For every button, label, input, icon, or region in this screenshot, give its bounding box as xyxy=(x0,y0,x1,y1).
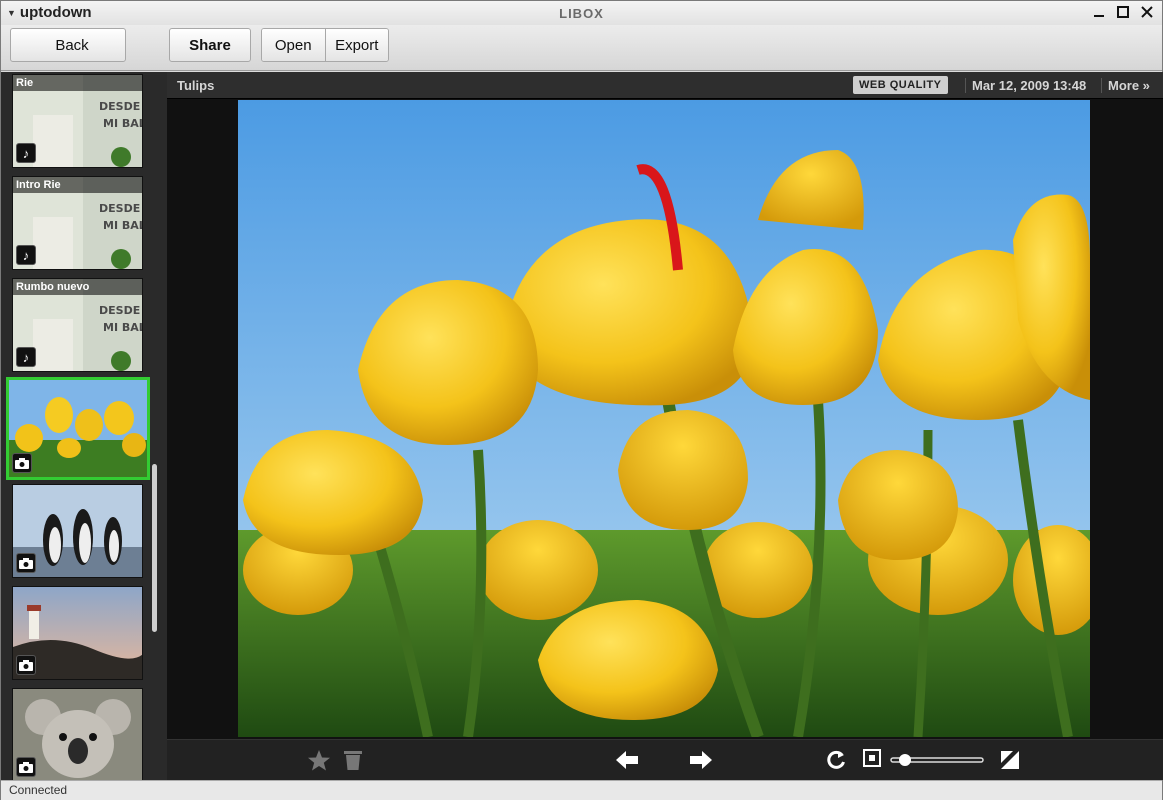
fullscreen-icon[interactable] xyxy=(999,749,1021,771)
svg-text:DESDE: DESDE xyxy=(99,202,140,215)
sidebar-item-penguins[interactable] xyxy=(12,484,143,578)
title-bar: ▼ uptodown LIBOX xyxy=(1,1,1162,25)
sidebar-item-rumbo-nuevo[interactable]: DESDE MI BALC Rumbo nuevo ♪ xyxy=(12,278,143,372)
sidebar-item-intro-rie[interactable]: DESDE MI BALC Intro Rie ♪ xyxy=(12,176,143,270)
window-title: LIBOX xyxy=(559,6,604,21)
minimize-icon[interactable] xyxy=(1092,3,1106,21)
more-link[interactable]: More » xyxy=(1101,78,1150,93)
photo-info-bar: Tulips WEB QUALITY Mar 12, 2009 13:48 Mo… xyxy=(167,72,1163,99)
arrow-right-icon[interactable] xyxy=(689,749,713,771)
sidebar-item-rie[interactable]: DESDE MI BALC Rie ♪ xyxy=(12,74,143,168)
toolbar: Back Share Open Export xyxy=(1,25,1162,71)
photo-title: Tulips xyxy=(177,78,215,93)
sidebar-item-lighthouse[interactable] xyxy=(12,586,143,680)
sidebar-item-label: Rumbo nuevo xyxy=(13,279,142,295)
fit-icon[interactable] xyxy=(863,749,881,767)
rotate-icon[interactable] xyxy=(825,749,847,771)
music-note-icon: ♪ xyxy=(16,245,36,265)
sidebar-scrollbar[interactable] xyxy=(151,72,159,780)
svg-text:DESDE: DESDE xyxy=(99,100,140,113)
app-window: ▼ uptodown LIBOX Back Share Open Export xyxy=(0,0,1163,800)
close-icon[interactable] xyxy=(1140,3,1154,21)
status-bar: Connected xyxy=(1,780,1162,800)
sidebar-item-koala[interactable] xyxy=(12,688,143,780)
sidebar-item-label: Intro Rie xyxy=(13,177,142,193)
scrollbar-thumb[interactable] xyxy=(152,464,157,632)
main-photo[interactable] xyxy=(238,100,1090,737)
tulips-photo xyxy=(238,100,1090,737)
camera-icon xyxy=(12,453,32,473)
star-icon[interactable] xyxy=(307,749,331,771)
open-button[interactable]: Open xyxy=(262,29,325,61)
svg-text:MI BALC: MI BALC xyxy=(103,219,143,232)
export-button[interactable]: Export xyxy=(324,29,388,61)
music-note-icon: ♪ xyxy=(16,143,36,163)
quality-badge[interactable]: WEB QUALITY xyxy=(853,76,948,94)
sidebar-item-tulips-selected[interactable] xyxy=(6,377,150,480)
zoom-slider-knob[interactable] xyxy=(899,754,911,766)
arrow-left-icon[interactable] xyxy=(615,749,639,771)
camera-icon xyxy=(16,655,36,675)
camera-icon xyxy=(16,757,36,777)
viewer-controls xyxy=(167,739,1163,780)
window-controls xyxy=(1092,3,1154,21)
music-note-icon: ♪ xyxy=(16,347,36,367)
back-button-label: Back xyxy=(55,36,89,54)
photo-viewer: Tulips WEB QUALITY Mar 12, 2009 13:48 Mo… xyxy=(167,72,1163,780)
share-button-label: Share xyxy=(189,36,231,54)
trash-icon[interactable] xyxy=(343,749,363,771)
svg-text:MI BALC: MI BALC xyxy=(103,117,143,130)
svg-text:DESDE: DESDE xyxy=(99,304,140,317)
open-export-group: Open Export xyxy=(261,28,389,62)
share-button[interactable]: Share xyxy=(169,28,251,62)
zoom-slider[interactable] xyxy=(887,750,987,770)
svg-text:MI BALC: MI BALC xyxy=(103,321,143,334)
back-button[interactable]: Back xyxy=(10,28,126,62)
maximize-icon[interactable] xyxy=(1116,3,1130,21)
photo-date: Mar 12, 2009 13:48 xyxy=(965,78,1086,93)
sidebar-item-label: Rie xyxy=(13,75,142,91)
media-sidebar: DESDE MI BALC Rie ♪ DESDE MI BALC Intro … xyxy=(1,72,167,780)
camera-icon xyxy=(16,553,36,573)
